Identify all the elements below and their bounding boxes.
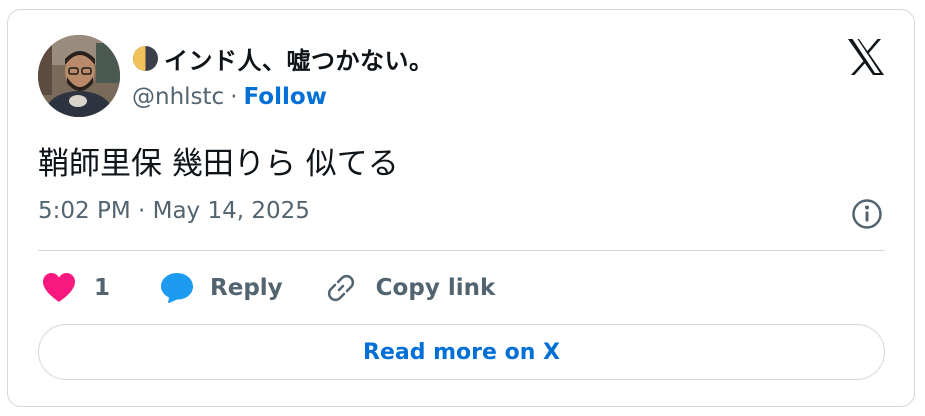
tweet-embed-card: インド人、嘘つかない。 @nhlstc · Follow 鞘師里保 幾田りら 似… [7,9,915,407]
like-count: 1 [94,275,111,301]
author-handle-row: @nhlstc · Follow [132,82,327,112]
avatar[interactable] [38,35,120,117]
author-name-row: インド人、嘘つかない。 [132,41,434,75]
tweet-text: 鞘師里保 幾田りら 似てる [38,146,399,182]
tweet-timestamp[interactable]: 5:02 PM · May 14, 2025 [38,198,310,224]
reply-button[interactable]: Reply [160,272,283,304]
divider [38,250,885,251]
copy-link-label: Copy link [375,275,496,301]
author-handle[interactable]: @nhlstc [132,84,224,110]
heart-icon [42,272,76,304]
read-more-button[interactable]: Read more on X [38,324,885,380]
follow-button[interactable]: Follow [244,84,327,110]
author-display-name[interactable]: インド人、嘘つかない。 [164,41,434,76]
reply-bubble-icon [160,272,194,304]
handle-separator: · [230,84,238,110]
x-logo-icon[interactable] [846,38,886,76]
tweet-actions: 1 Reply Copy link [42,268,495,308]
link-icon [325,272,357,304]
first-quarter-moon-icon [132,45,159,72]
reply-label: Reply [210,275,283,301]
copy-link-button[interactable]: Copy link [325,272,496,304]
info-icon[interactable] [851,198,883,230]
like-button[interactable]: 1 [42,272,110,304]
